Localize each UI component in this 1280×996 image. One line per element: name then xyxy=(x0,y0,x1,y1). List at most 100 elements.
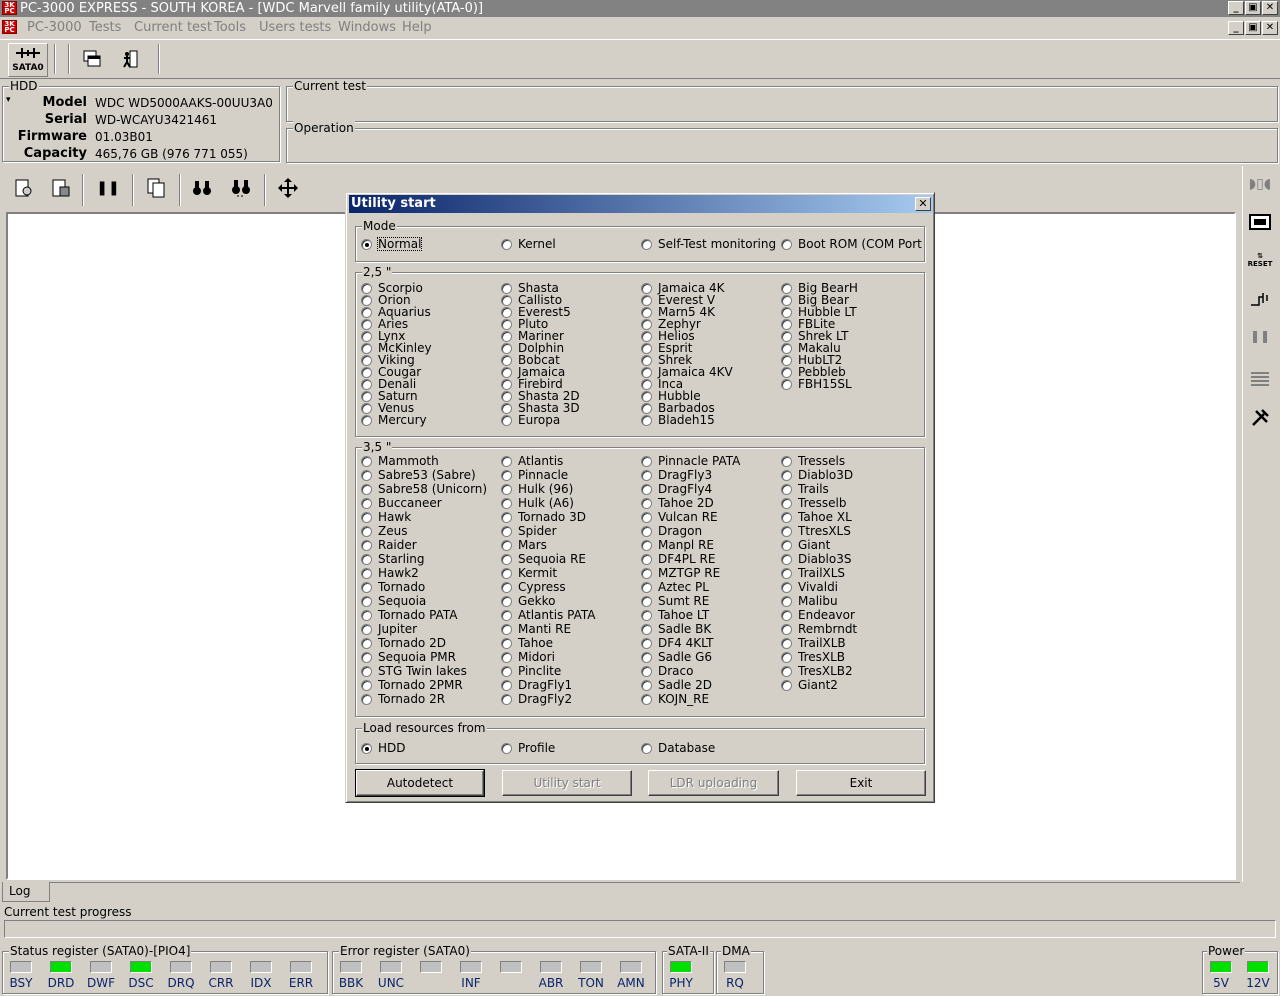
radio-circle[interactable] xyxy=(361,378,372,390)
radio-circle[interactable] xyxy=(361,354,372,366)
model-35-radio[interactable]: Aztec PL xyxy=(641,581,709,593)
model-35-radio[interactable]: Sadle BK xyxy=(641,623,711,635)
model-35-radio[interactable]: Dragon xyxy=(641,525,702,537)
model-35-radio[interactable]: Giant xyxy=(781,539,830,551)
radio-circle[interactable] xyxy=(361,609,372,621)
radio-circle[interactable] xyxy=(361,238,372,250)
radio-circle[interactable] xyxy=(641,525,652,537)
radio-circle[interactable] xyxy=(641,742,652,754)
load-2-radio[interactable]: Database xyxy=(641,742,715,754)
radio-circle[interactable] xyxy=(641,306,652,318)
model-35-radio[interactable]: DF4 4KLT xyxy=(641,637,713,649)
model-35-radio[interactable]: Tahoe xyxy=(501,637,553,649)
radio-circle[interactable] xyxy=(501,455,512,467)
model-35-radio[interactable]: Malibu xyxy=(781,595,838,607)
model-35-radio[interactable]: DragFly2 xyxy=(501,693,572,705)
radio-circle[interactable] xyxy=(361,553,372,565)
model-35-radio[interactable]: Hawk2 xyxy=(361,567,419,579)
radio-circle[interactable] xyxy=(641,623,652,635)
save-document-icon[interactable] xyxy=(49,176,73,200)
radio-circle[interactable] xyxy=(361,742,372,754)
radio-circle[interactable] xyxy=(501,693,512,705)
mode-1-radio[interactable]: Kernel xyxy=(501,238,556,250)
model-35-radio[interactable]: Manti RE xyxy=(501,623,571,635)
menu-pc3000[interactable]: PC-3000 xyxy=(27,20,82,35)
model-35-radio[interactable]: TresXLB2 xyxy=(781,665,853,677)
radio-circle[interactable] xyxy=(641,282,652,294)
radio-circle[interactable] xyxy=(781,511,792,523)
radio-circle[interactable] xyxy=(501,366,512,378)
radio-circle[interactable] xyxy=(641,539,652,551)
model-35-radio[interactable]: Sumt RE xyxy=(641,595,709,607)
power-plug-icon[interactable] xyxy=(1248,286,1272,310)
autodetect-button[interactable]: Autodetect xyxy=(355,769,485,797)
power-toggle-icon[interactable]: ◗▯◖ xyxy=(1248,172,1272,196)
radio-circle[interactable] xyxy=(781,330,792,342)
radio-circle[interactable] xyxy=(501,483,512,495)
radio-circle[interactable] xyxy=(641,402,652,414)
model-35-radio[interactable]: Giant2 xyxy=(781,679,838,691)
radio-circle[interactable] xyxy=(641,595,652,607)
model-35-radio[interactable]: STG Twin lakes xyxy=(361,665,467,677)
mode-0-radio[interactable]: Normal xyxy=(361,237,423,251)
model-35-radio[interactable]: Tornado 3D xyxy=(501,511,586,523)
model-35-radio[interactable]: Vivaldi xyxy=(781,581,838,593)
radio-circle[interactable] xyxy=(501,651,512,663)
radio-circle[interactable] xyxy=(501,330,512,342)
radio-circle[interactable] xyxy=(501,525,512,537)
radio-circle[interactable] xyxy=(501,414,512,426)
radio-circle[interactable] xyxy=(781,483,792,495)
radio-circle[interactable] xyxy=(501,595,512,607)
radio-circle[interactable] xyxy=(501,402,512,414)
binoculars-icon[interactable] xyxy=(190,176,214,200)
radio-circle[interactable] xyxy=(361,318,372,330)
radio-circle[interactable] xyxy=(361,469,372,481)
tools-icon[interactable] xyxy=(1248,406,1272,430)
exit-door-icon[interactable] xyxy=(118,47,142,71)
radio-circle[interactable] xyxy=(361,539,372,551)
model-35-radio[interactable]: Kermit xyxy=(501,567,557,579)
model-35-radio[interactable]: Sequoia RE xyxy=(501,553,586,565)
model-35-radio[interactable]: Buccaneer xyxy=(361,497,442,509)
radio-circle[interactable] xyxy=(641,238,652,250)
radio-circle[interactable] xyxy=(781,282,792,294)
model-35-radio[interactable]: Tahoe LT xyxy=(641,609,709,621)
model-35-radio[interactable]: Sequoia xyxy=(361,595,426,607)
radio-circle[interactable] xyxy=(781,637,792,649)
model-35-radio[interactable]: DF4PL RE xyxy=(641,553,715,565)
child-minimize-icon[interactable]: _ xyxy=(1228,21,1244,35)
model-25-radio[interactable]: Jamaica 4KV xyxy=(641,366,733,378)
model-35-radio[interactable]: TrailXLS xyxy=(781,567,845,579)
radio-circle[interactable] xyxy=(501,342,512,354)
radio-circle[interactable] xyxy=(361,497,372,509)
radio-circle[interactable] xyxy=(361,390,372,402)
model-35-radio[interactable]: Rembrndt xyxy=(781,623,857,635)
copy-icon[interactable] xyxy=(144,176,168,200)
radio-circle[interactable] xyxy=(641,497,652,509)
restore-icon[interactable]: ▣ xyxy=(1245,1,1261,15)
radio-circle[interactable] xyxy=(641,581,652,593)
tab-log[interactable]: Log xyxy=(2,882,50,902)
model-35-radio[interactable]: DragFly3 xyxy=(641,469,712,481)
radio-circle[interactable] xyxy=(501,318,512,330)
model-35-radio[interactable]: Tresselb xyxy=(781,497,846,509)
radio-circle[interactable] xyxy=(781,665,792,677)
radio-circle[interactable] xyxy=(501,469,512,481)
dropdown-arrow-icon[interactable]: ▾ xyxy=(6,95,11,105)
radio-circle[interactable] xyxy=(361,306,372,318)
model-35-radio[interactable]: Tornado PATA xyxy=(361,609,457,621)
radio-circle[interactable] xyxy=(781,567,792,579)
radio-circle[interactable] xyxy=(501,623,512,635)
radio-circle[interactable] xyxy=(501,553,512,565)
model-35-radio[interactable]: Spider xyxy=(501,525,557,537)
move-arrows-icon[interactable] xyxy=(276,176,300,200)
model-35-radio[interactable]: Endeavor xyxy=(781,609,855,621)
radio-circle[interactable] xyxy=(361,693,372,705)
close-icon[interactable]: ✕ xyxy=(1262,1,1278,15)
model-35-radio[interactable]: Hulk (A6) xyxy=(501,497,574,509)
menu-tools[interactable]: Tools xyxy=(214,20,246,35)
model-35-radio[interactable]: Sabre58 (Unicorn) xyxy=(361,483,487,495)
model-35-radio[interactable]: Sadle G6 xyxy=(641,651,712,663)
menu-tests[interactable]: Tests xyxy=(89,20,121,35)
model-35-radio[interactable]: Tressels xyxy=(781,455,845,467)
